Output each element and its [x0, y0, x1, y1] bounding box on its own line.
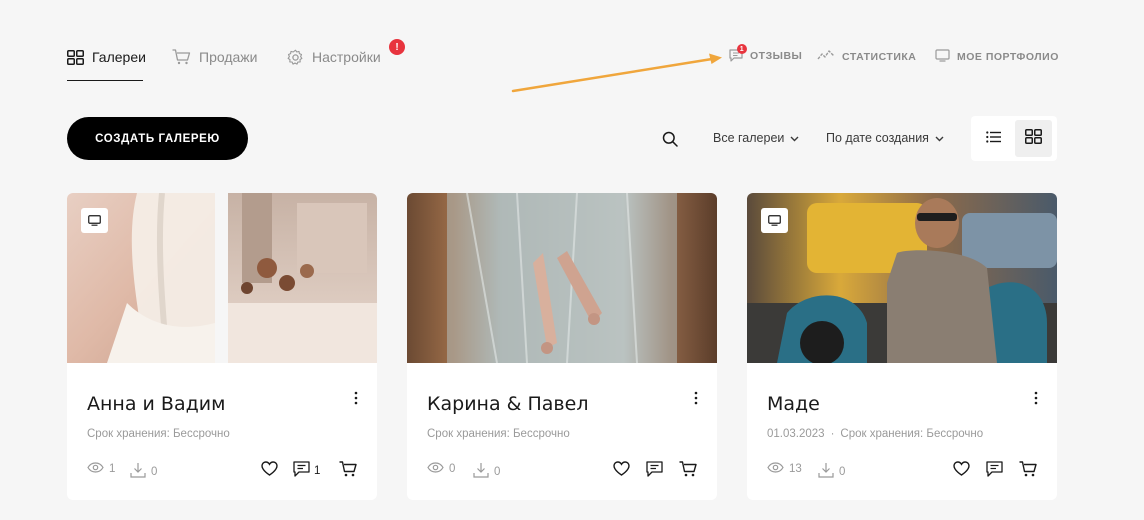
chevron-down-icon	[935, 131, 944, 145]
downloads-stat: 0	[473, 462, 500, 481]
comments-button[interactable]	[986, 461, 1007, 480]
heart-icon	[953, 461, 970, 479]
tab-label: Галереи	[92, 49, 146, 65]
reviews-count-badge: 1	[737, 44, 747, 54]
comment-icon	[986, 461, 1003, 480]
storage-period: Срок хранения: Бессрочно	[87, 428, 230, 440]
comments-button[interactable]	[646, 461, 667, 480]
monitor-icon	[761, 208, 788, 233]
cover-photo-woman-on-scooter	[747, 193, 1057, 363]
reviews-label: ОТЗЫВЫ	[750, 49, 803, 62]
tab-galleries[interactable]: Галереи	[67, 46, 146, 68]
sort-label: По дате создания	[826, 131, 929, 145]
favorite-button[interactable]	[613, 461, 630, 479]
views-stat: 13	[767, 462, 802, 476]
grid-view-button[interactable]	[1015, 120, 1052, 157]
gallery-title[interactable]: Маде	[767, 393, 820, 415]
tab-settings[interactable]: Настройки	[287, 46, 381, 68]
portfolio-label: МОЕ ПОРТФОЛИО	[957, 51, 1059, 63]
sell-button[interactable]	[1019, 461, 1037, 480]
sell-button[interactable]	[679, 461, 697, 480]
tab-label: Настройки	[312, 49, 381, 65]
favorite-button[interactable]	[953, 461, 970, 479]
tab-sales[interactable]: Продажи	[172, 46, 257, 68]
grid-icon	[67, 49, 84, 65]
favorite-button[interactable]	[261, 461, 278, 479]
more-options-icon[interactable]	[693, 390, 699, 406]
search-icon[interactable]	[662, 131, 678, 152]
gallery-title[interactable]: Анна и Вадим	[87, 393, 225, 415]
eye-icon	[767, 462, 784, 476]
chevron-down-icon	[790, 131, 799, 145]
views-count: 13	[789, 463, 802, 475]
storage-period: Срок хранения: Бессрочно	[840, 428, 984, 440]
heart-icon	[261, 461, 278, 479]
downloads-count: 0	[151, 465, 158, 478]
cart-icon	[1019, 461, 1037, 480]
cover-photo-bridal-shoes	[407, 193, 717, 363]
views-count: 1	[109, 463, 116, 475]
grid-icon	[1025, 128, 1042, 149]
gallery-card[interactable]: Карина & Павел Срок хранения: Бессрочно …	[407, 193, 717, 500]
comments-count: 1	[314, 464, 321, 477]
gallery-filter-dropdown[interactable]: Все галереи	[713, 131, 799, 145]
download-icon	[818, 462, 834, 481]
views-count: 0	[449, 463, 456, 475]
gallery-cover[interactable]	[67, 193, 377, 363]
eye-icon	[427, 462, 444, 476]
gallery-date: 01.03.2023	[767, 428, 825, 440]
heart-icon	[613, 461, 630, 479]
chat-icon: 1	[729, 44, 747, 62]
download-icon	[130, 462, 146, 481]
download-icon	[473, 462, 489, 481]
gallery-title[interactable]: Карина & Павел	[427, 393, 588, 415]
create-gallery-button[interactable]: СОЗДАТЬ ГАЛЕРЕЮ	[67, 117, 248, 160]
list-icon	[986, 130, 1001, 148]
meta-separator: ·	[830, 428, 835, 440]
statistics-label: СТАТИСТИКА	[842, 50, 917, 63]
views-stat: 0	[427, 462, 455, 476]
comments-button[interactable]: 1	[293, 461, 320, 480]
comment-icon	[293, 461, 310, 480]
portfolio-link[interactable]: МОЕ ПОРТФОЛИО	[935, 49, 1059, 65]
eye-icon	[87, 462, 104, 476]
gallery-cover[interactable]	[747, 193, 1057, 363]
statistics-link[interactable]: СТАТИСТИКА	[817, 49, 916, 64]
active-tab-underline	[67, 80, 143, 81]
downloads-stat: 0	[130, 462, 157, 481]
chart-line-icon	[817, 49, 835, 64]
downloads-count: 0	[494, 465, 501, 478]
sort-dropdown[interactable]: По дате создания	[826, 131, 944, 145]
views-stat: 1	[87, 462, 115, 476]
cart-icon	[172, 49, 191, 65]
view-mode-toggle	[971, 116, 1057, 161]
downloads-stat: 0	[818, 462, 845, 481]
monitor-icon	[935, 49, 950, 65]
gallery-filter-label: Все галереи	[713, 131, 785, 145]
gallery-meta: 01.03.2023 · Срок хранения: Бессрочно	[767, 428, 983, 440]
list-view-button[interactable]	[975, 120, 1012, 157]
tab-label: Продажи	[199, 49, 258, 65]
reviews-link[interactable]: 1 ОТЗЫВЫ	[729, 44, 803, 62]
gear-icon	[287, 49, 304, 66]
monitor-icon	[81, 208, 108, 233]
comment-icon	[646, 461, 663, 480]
cart-icon	[339, 461, 357, 480]
sell-button[interactable]	[339, 461, 357, 480]
settings-alert-badge: !	[389, 39, 405, 55]
gallery-cover[interactable]	[407, 193, 717, 363]
gallery-meta: Срок хранения: Бессрочно	[87, 428, 230, 440]
cover-photo-wedding-dress	[67, 193, 377, 363]
downloads-count: 0	[839, 465, 846, 478]
more-options-icon[interactable]	[1033, 390, 1039, 406]
gallery-meta: Срок хранения: Бессрочно	[427, 428, 570, 440]
more-options-icon[interactable]	[353, 390, 359, 406]
cart-icon	[679, 461, 697, 480]
gallery-card[interactable]: Маде 01.03.2023 · Срок хранения: Бессроч…	[747, 193, 1057, 500]
storage-period: Срок хранения: Бессрочно	[427, 428, 570, 440]
gallery-card[interactable]: Анна и Вадим Срок хранения: Бессрочно 1 …	[67, 193, 377, 500]
